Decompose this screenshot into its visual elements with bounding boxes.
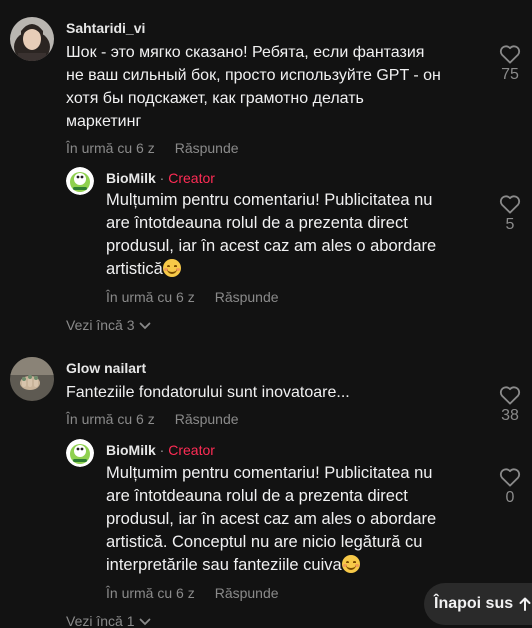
reply-line-text: interpretările sau fanteziile cuiva — [106, 556, 342, 574]
reply-button[interactable]: Răspunde — [175, 140, 239, 156]
comment-line: Шок - это мягко сказано! Ребята, если фа… — [66, 44, 425, 61]
avatar-sahtaridi[interactable] — [10, 17, 54, 61]
comment-text: Шок - это мягко сказано! Ребята, если фа… — [66, 41, 486, 133]
reply-text: Mulțumim pentru comentariu! Publicitatea… — [106, 189, 486, 281]
comment-time: În urmă cu 6 z — [66, 140, 155, 156]
comment-username[interactable]: Sahtaridi_vi — [66, 20, 145, 36]
comment-line: Fanteziile fondatorului sunt inovatoare.… — [66, 384, 350, 401]
smiling-face-emoji — [341, 555, 360, 573]
like-count: 75 — [501, 66, 519, 83]
reply-line: interpretările sau fanteziile cuiva — [106, 554, 486, 577]
reply-line: produsul, iar în acest caz am ales o abo… — [106, 510, 437, 528]
reply-line: artistică — [106, 258, 486, 281]
reply-meta: În urmă cu 6 z Răspunde — [106, 585, 279, 601]
heart-icon — [499, 45, 521, 64]
heart-icon — [499, 468, 521, 487]
reply-like-button[interactable]: 0 — [497, 467, 523, 507]
reply-text: Mulțumim pentru comentariu! Publicitatea… — [106, 462, 486, 577]
view-more-label: Vezi încă 1 — [66, 613, 135, 628]
heart-icon — [499, 386, 521, 405]
creator-label: Creator — [168, 170, 215, 186]
reply-username: BioMilk · Creator — [106, 170, 215, 186]
reply-author[interactable]: BioMilk — [106, 170, 156, 186]
comment-line: маркетинг — [66, 113, 142, 130]
comment-line: не ваш сильный бок, просто используйте G… — [66, 67, 441, 84]
view-more-replies[interactable]: Vezi încă 1 — [66, 613, 151, 628]
reply-author[interactable]: BioMilk — [106, 442, 156, 458]
smiling-face-emoji — [162, 259, 181, 277]
like-button[interactable]: 75 — [497, 44, 523, 84]
separator-dot: · — [159, 442, 165, 458]
separator-dot: · — [159, 170, 165, 186]
back-to-top-label: Înapoi sus — [434, 595, 514, 612]
like-button[interactable]: 38 — [497, 385, 523, 425]
chevron-down-icon — [139, 322, 150, 330]
comment-username[interactable]: Glow nailart — [66, 360, 146, 376]
like-count: 5 — [505, 216, 515, 233]
comment-time: În urmă cu 6 z — [66, 411, 155, 427]
reply-line: are întotdeauna rolul de a prezenta dire… — [106, 487, 408, 505]
arrow-up-icon — [519, 597, 531, 611]
like-count: 38 — [501, 407, 519, 424]
reply-line: produsul, iar în acest caz am ales o abo… — [106, 237, 437, 255]
avatar-biomilk[interactable] — [66, 439, 94, 467]
like-count: 0 — [505, 489, 515, 506]
creator-label: Creator — [168, 442, 215, 458]
reply-username: BioMilk · Creator — [106, 442, 215, 458]
creator-badge: · Creator — [160, 170, 215, 186]
reply-like-button[interactable]: 5 — [497, 194, 523, 234]
reply-line: are întotdeauna rolul de a prezenta dire… — [106, 214, 408, 232]
reply-line: artistică. Conceptul nu are nicio legătu… — [106, 533, 423, 551]
reply-line: Mulțumim pentru comentariu! Publicitatea… — [106, 191, 433, 209]
comment-text: Fanteziile fondatorului sunt inovatoare.… — [66, 381, 486, 404]
reply-line-text: artistică — [106, 260, 163, 278]
avatar-biomilk[interactable] — [66, 167, 94, 195]
reply-time: În urmă cu 6 z — [106, 585, 195, 601]
view-more-replies[interactable]: Vezi încă 3 — [66, 317, 151, 333]
comment-line: хотя бы подскажет, как грамотно делать — [66, 90, 364, 107]
comment-meta: În urmă cu 6 z Răspunde — [66, 411, 239, 427]
heart-icon — [499, 195, 521, 214]
reply-meta: În urmă cu 6 z Răspunde — [106, 289, 279, 305]
reply-button[interactable]: Răspunde — [175, 411, 239, 427]
reply-time: În urmă cu 6 z — [106, 289, 195, 305]
reply-line: Mulțumim pentru comentariu! Publicitatea… — [106, 464, 433, 482]
creator-badge: · Creator — [160, 442, 215, 458]
comment-meta: În urmă cu 6 z Răspunde — [66, 140, 239, 156]
reply-button[interactable]: Răspunde — [215, 289, 279, 305]
reply-button[interactable]: Răspunde — [215, 585, 279, 601]
avatar-glow-nailart[interactable] — [10, 357, 54, 401]
back-to-top-button[interactable]: Înapoi sus — [424, 583, 532, 625]
chevron-down-icon — [139, 618, 150, 626]
view-more-label: Vezi încă 3 — [66, 317, 135, 333]
